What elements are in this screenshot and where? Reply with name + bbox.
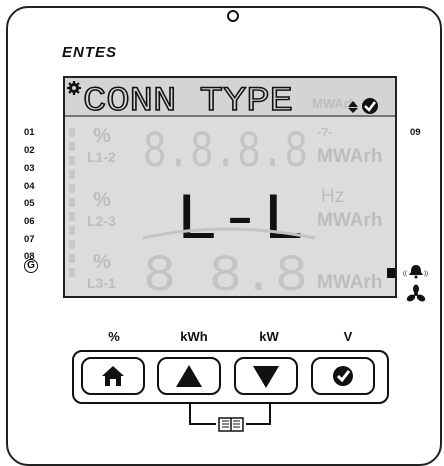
lcd-unit-1: MWArh	[317, 146, 382, 167]
button-label-percent: %	[108, 329, 120, 344]
lcd-unit-3: MWArh	[317, 272, 382, 293]
lcd-phase-1: L1-2	[87, 149, 116, 165]
combo-bracket	[189, 402, 271, 432]
down-triangle-icon	[253, 366, 279, 388]
channel-label-09: 09	[410, 127, 421, 138]
lcd-top-text: CONN TYPE	[83, 83, 293, 121]
bell-alarm-icon: (( ))	[403, 265, 428, 279]
svg-text:)): ))	[424, 271, 428, 277]
lcd-unit-2: MWArh	[317, 210, 382, 231]
lcd-question: -?-	[317, 125, 332, 139]
svg-text:((: ((	[403, 271, 407, 277]
lcd-ghost-digits-3: 8 8.8	[143, 247, 308, 298]
brand-logo: ENTES	[62, 44, 118, 61]
channel-label-02: 02	[24, 145, 35, 156]
channel-label-01: 01	[24, 127, 35, 138]
ground-g-label: G	[24, 259, 38, 273]
button-label-kwh: kWh	[180, 329, 208, 344]
channel-label-05: 05	[24, 198, 35, 209]
lcd-ghost-digits-1: 8.8.8.8	[143, 123, 308, 182]
lcd-phase-3: L3-1	[87, 275, 116, 291]
book-icon	[218, 417, 244, 432]
channel-label-06: 06	[24, 216, 35, 227]
lcd-segments: CONN TYPE MWArh % L1-2 8.8.8.8 -?- MWArh…	[65, 78, 395, 298]
gear-icon	[67, 81, 81, 95]
lcd-left-bars	[69, 128, 75, 277]
home-icon	[102, 366, 124, 386]
channel-label-07: 07	[24, 234, 35, 245]
lcd-percent-2: %	[93, 189, 111, 211]
lcd-hz: Hz	[321, 186, 344, 207]
button-label-v: V	[343, 329, 353, 344]
mount-hole	[227, 10, 239, 22]
up-button[interactable]	[157, 357, 221, 395]
lcd-display: CONN TYPE MWArh % L1-2 8.8.8.8 -?- MWArh…	[63, 76, 397, 298]
enter-button[interactable]	[311, 357, 375, 395]
check-circle-icon	[362, 98, 378, 114]
button-label-kw: kW	[259, 329, 279, 344]
right-side-icons: (( ))	[403, 265, 428, 302]
channel-label-03: 03	[24, 163, 35, 174]
down-button[interactable]	[234, 357, 298, 395]
fan-icon	[406, 284, 426, 302]
channel-label-04: 04	[24, 181, 35, 192]
lcd-percent-3: %	[93, 251, 111, 273]
check-circle-icon	[333, 366, 353, 386]
lcd-phase-2: L2-3	[87, 213, 116, 229]
lcd-percent-1: %	[93, 125, 111, 147]
up-triangle-icon	[176, 365, 202, 387]
home-button[interactable]	[81, 357, 145, 395]
